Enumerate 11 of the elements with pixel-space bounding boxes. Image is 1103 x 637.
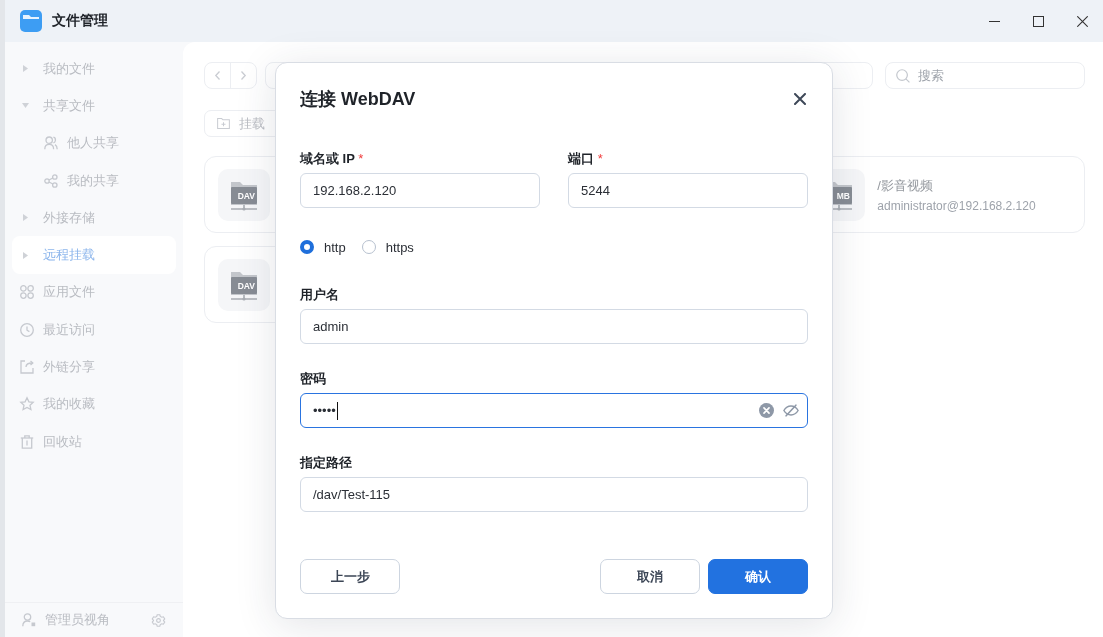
dialog-title: 连接 WebDAV	[300, 87, 416, 111]
window-title: 文件管理	[52, 12, 108, 30]
field-label: 指定路径	[300, 454, 353, 472]
mount-title: /影音视频	[877, 176, 934, 195]
field-label: 密码	[300, 370, 327, 388]
field-label: 端口 *	[568, 150, 604, 169]
field-label: 用户名	[300, 286, 340, 304]
network-folder-icon: DAV	[218, 258, 270, 311]
field-label: 域名或 IP *	[300, 150, 365, 169]
mount-address: administrator@192.168.2.120	[877, 198, 1036, 213]
network-folder-icon: DAV	[218, 168, 270, 221]
